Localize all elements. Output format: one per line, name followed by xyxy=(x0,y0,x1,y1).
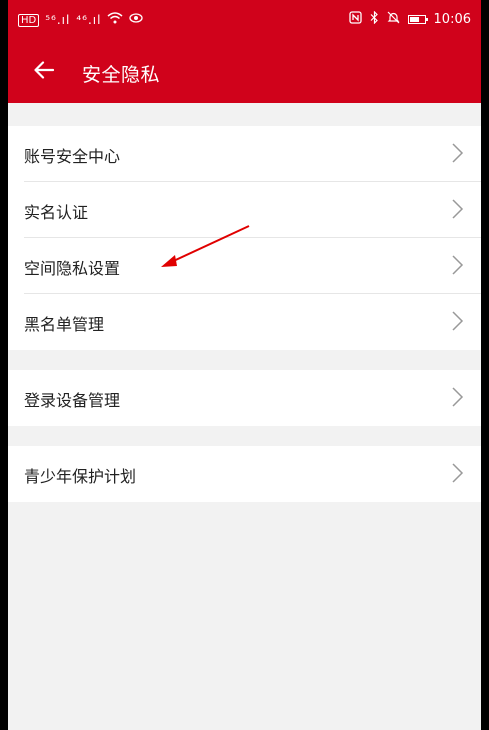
chevron-right-icon xyxy=(452,463,464,483)
signal-icon-2: ⁴⁶.ıl xyxy=(76,13,102,27)
chevron-right-icon xyxy=(452,311,464,331)
row-label: 空间隐私设置 xyxy=(24,259,121,278)
status-time: 10:06 xyxy=(433,12,471,27)
status-right: 10:06 xyxy=(348,10,471,28)
settings-section-3: 青少年保护计划 xyxy=(8,446,481,502)
row-label: 实名认证 xyxy=(24,203,89,222)
youth-protection-row[interactable]: 青少年保护计划 xyxy=(8,446,481,502)
blacklist-row[interactable]: 黑名单管理 xyxy=(8,294,481,350)
status-bar: HD ⁵⁶.ıl ⁴⁶.ıl 10:06 xyxy=(8,0,481,40)
chevron-right-icon xyxy=(452,387,464,407)
phone-screen: HD ⁵⁶.ıl ⁴⁶.ıl 10:06 安全隐私 账号安全中心 实名认证 空间… xyxy=(8,0,481,730)
login-devices-row[interactable]: 登录设备管理 xyxy=(8,370,481,426)
signal-icon-1: ⁵⁶.ıl xyxy=(45,13,71,27)
status-left: HD ⁵⁶.ıl ⁴⁶.ıl xyxy=(18,12,144,28)
mute-bell-icon xyxy=(387,11,400,28)
row-label: 青少年保护计划 xyxy=(24,467,137,486)
settings-section-2: 登录设备管理 xyxy=(8,370,481,426)
battery-level xyxy=(409,17,419,22)
annotation-arrow-icon xyxy=(161,225,250,267)
arrow-left-icon xyxy=(34,61,54,79)
chevron-right-icon xyxy=(452,199,464,219)
nfc-icon xyxy=(348,11,362,28)
app-bar: 安全隐私 xyxy=(8,40,481,103)
row-label: 黑名单管理 xyxy=(24,315,105,334)
hd-icon: HD xyxy=(18,13,40,27)
wifi-icon xyxy=(107,12,123,28)
account-security-row[interactable]: 账号安全中心 xyxy=(8,126,481,182)
battery-icon xyxy=(407,15,428,24)
back-button[interactable] xyxy=(30,56,58,84)
chevron-right-icon xyxy=(452,143,464,163)
chevron-right-icon xyxy=(452,255,464,275)
row-label: 登录设备管理 xyxy=(24,391,121,410)
eye-icon xyxy=(129,12,144,28)
row-label: 账号安全中心 xyxy=(24,147,121,166)
bluetooth-icon xyxy=(370,10,379,28)
page-title: 安全隐私 xyxy=(82,64,161,86)
